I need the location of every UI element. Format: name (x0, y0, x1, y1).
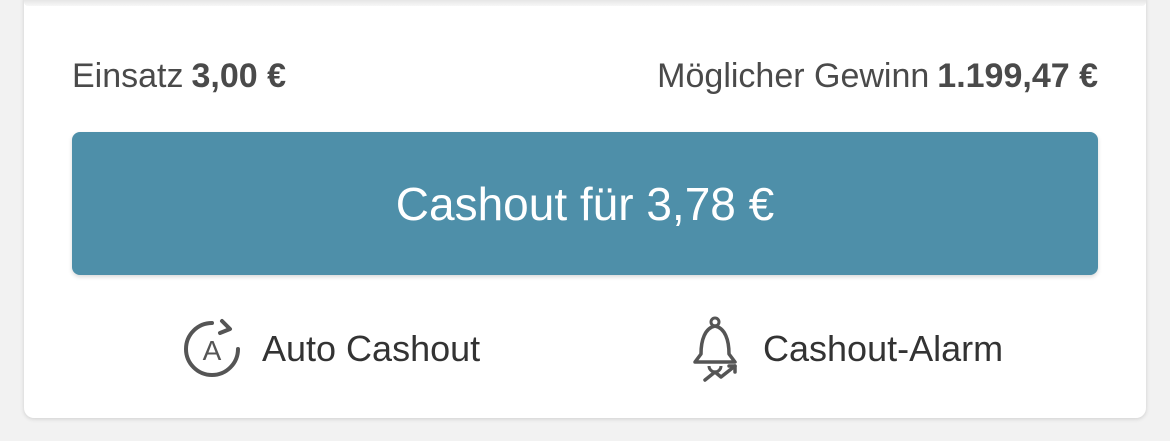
potential-win-label: Möglicher Gewinn (657, 56, 930, 95)
bet-card: Einsatz 3,00 € Möglicher Gewinn 1.199,47 €… (24, 0, 1146, 418)
auto-cashout-button[interactable]: A Auto Cashout (180, 314, 480, 384)
bell-trend-icon (689, 314, 745, 384)
cashout-alarm-label: Cashout-Alarm (763, 328, 1004, 369)
top-divider (24, 0, 1146, 6)
stake-label: Einsatz (72, 56, 184, 95)
stake-row: Einsatz 3,00 € Möglicher Gewinn 1.199,47 € (72, 52, 1098, 100)
cashout-button[interactable]: Cashout für 3,78 € (72, 132, 1098, 275)
stake-value: 3,00 € (191, 56, 287, 95)
potential-win-info: Möglicher Gewinn 1.199,47 € (657, 57, 1098, 96)
cashout-alarm-button[interactable]: Cashout-Alarm (689, 314, 1003, 384)
stake-info: Einsatz 3,00 € (72, 57, 286, 96)
auto-cashout-icon: A (180, 317, 244, 381)
cashout-button-label: Cashout für 3,78 € (395, 177, 775, 230)
potential-win-value: 1.199,47 € (937, 56, 1098, 95)
svg-text:A: A (203, 335, 222, 366)
auto-cashout-label: Auto Cashout (262, 328, 481, 369)
